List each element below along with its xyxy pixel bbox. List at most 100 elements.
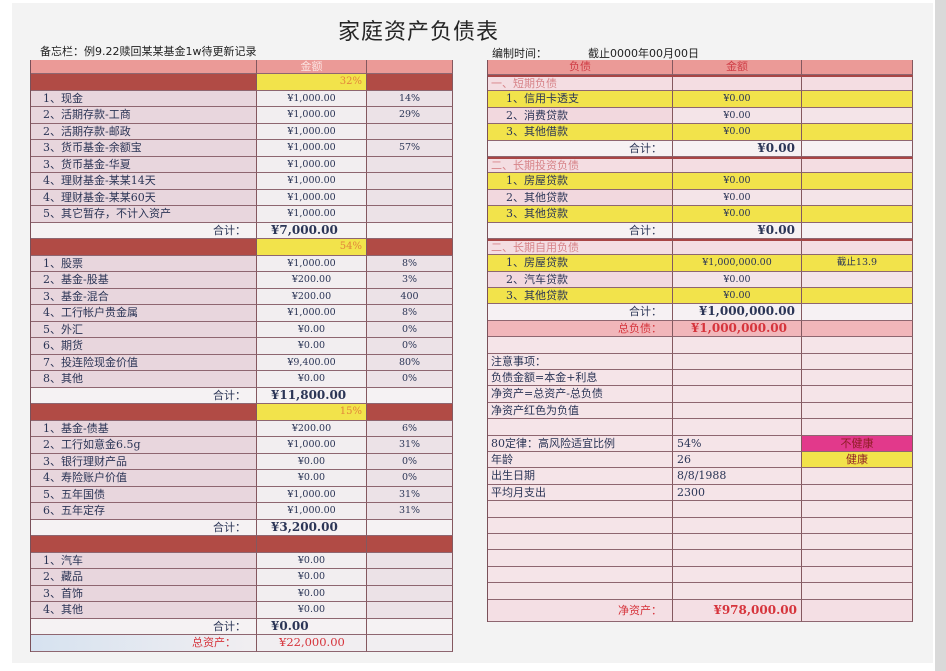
liability-note (802, 107, 913, 125)
note-line-row: 净资产红色为负值 (488, 402, 913, 420)
asset-section-total-label: 合计： (31, 519, 257, 536)
stat-value: 8/8/1988 (673, 468, 802, 485)
assets-header-label-cell (31, 60, 257, 74)
asset-row: 3、货币基金-余额宝 ¥1,000.00 57% (31, 140, 453, 157)
asset-section-title-cell (31, 239, 257, 256)
asset-label: 1、基金-债基 (31, 420, 257, 437)
asset-row: 6、期货 ¥0.00 0% (31, 338, 453, 355)
stat-row: 年龄 26 健康 (488, 451, 913, 469)
asset-row: 5、外汇 ¥0.00 0% (31, 321, 453, 338)
liability-label: 2、消费贷款 (488, 107, 673, 125)
asset-section-total-row: 合计： ¥11,800.00 (31, 387, 453, 404)
asset-row: 3、货币基金-华夏 ¥1,000.00 (31, 156, 453, 173)
net-worth-label: 净资产： (488, 599, 673, 622)
assets-header-amount: 金额 (257, 60, 367, 74)
asset-row: 1、汽车 ¥0.00 (31, 552, 453, 569)
asset-section-header: 15% (31, 404, 453, 421)
asset-section-pct-cell (367, 536, 453, 553)
asset-label: 6、五年定存 (31, 503, 257, 520)
asset-label: 2、活期存款-工商 (31, 107, 257, 124)
asset-pct: 14% (367, 90, 453, 107)
asset-pct: 0% (367, 453, 453, 470)
asset-label: 8、其他 (31, 371, 257, 388)
liabilities-header-label: 负债 (488, 60, 673, 75)
note-line: 净资产红色为负值 (488, 402, 673, 420)
note-line: 负债金额=本金+利息 (488, 370, 673, 387)
liability-label: 2、汽车贷款 (488, 271, 673, 289)
blank-cell (802, 566, 913, 584)
asset-amount: ¥1,000.00 (257, 255, 367, 272)
liability-group-total: ¥1,000,000.00 (673, 304, 802, 321)
blank-row (488, 517, 913, 534)
liabilities-header-extra-cell (802, 60, 913, 75)
asset-amount: ¥1,000.00 (257, 123, 367, 140)
asset-label: 3、货币基金-余额宝 (31, 140, 257, 157)
asset-label: 6、期货 (31, 338, 257, 355)
blank-cell (802, 533, 913, 551)
asset-label: 4、寿险账户价值 (31, 470, 257, 487)
blank-cell (673, 370, 802, 387)
asset-pct: 57% (367, 140, 453, 157)
asset-amount: ¥0.00 (257, 602, 367, 619)
asset-section-total-pct-cell (367, 222, 453, 239)
asset-row: 2、基金-股基 ¥200.00 3% (31, 272, 453, 289)
asset-label: 3、银行理财产品 (31, 453, 257, 470)
assets-grand-total-label: 总资产： (31, 635, 257, 652)
asset-amount: ¥1,000.00 (257, 140, 367, 157)
asset-section-pct-cell (367, 404, 453, 421)
liabilities-grand-total-label: 总负债： (488, 320, 673, 338)
liability-group-total-row: 合计： ¥1,000,000.00 (488, 304, 913, 321)
liability-group-total-extra-cell (802, 140, 913, 157)
blank-row (488, 583, 913, 600)
liability-group-extra-cell (802, 156, 913, 174)
asset-amount: ¥1,000.00 (257, 90, 367, 107)
stat-row: 平均月支出 2300 (488, 484, 913, 502)
liability-group-total: ¥0.00 (673, 222, 802, 239)
asset-section-header (31, 536, 453, 553)
liability-note (802, 288, 913, 305)
stat-status: 不健康 (802, 435, 913, 452)
asset-label: 2、活期存款-邮政 (31, 123, 257, 140)
asset-pct (367, 123, 453, 140)
asset-label: 5、外汇 (31, 321, 257, 338)
asset-pct: 0% (367, 371, 453, 388)
asset-section-title-cell (31, 536, 257, 553)
assets-grand-total: ¥22,000.00 (257, 635, 367, 652)
asset-amount: ¥0.00 (257, 338, 367, 355)
asset-amount: ¥200.00 (257, 288, 367, 305)
liability-group-total-row: 合计： ¥0.00 (488, 140, 913, 157)
liability-row: 1、信用卡透支 ¥0.00 (488, 91, 913, 108)
stat-value: 26 (673, 451, 802, 469)
asset-row: 2、活期存款-工商 ¥1,000.00 29% (31, 107, 453, 124)
asset-row: 4、工行帐户贵金属 ¥1,000.00 8% (31, 305, 453, 322)
stat-row: 80定律：高风险适宜比例 54% 不健康 (488, 435, 913, 452)
blank-cell (673, 386, 802, 403)
liability-group-total-label: 合计： (488, 140, 673, 157)
asset-amount: ¥1,000.00 (257, 173, 367, 190)
note-line-row: 负债金额=本金+利息 (488, 370, 913, 387)
liability-label: 2、其他贷款 (488, 189, 673, 207)
liability-group-extra-cell (802, 75, 913, 92)
asset-amount: ¥0.00 (257, 585, 367, 602)
liability-group-title: 二、长期自用负债 (488, 238, 673, 256)
asset-pct (367, 189, 453, 206)
blank-row (488, 550, 913, 567)
asset-section-share (257, 536, 367, 553)
asset-section-total-row: 合计： ¥7,000.00 (31, 222, 453, 239)
asset-section-total: ¥11,800.00 (257, 387, 367, 404)
blank-cell (673, 501, 802, 518)
stat-value: 54% (673, 435, 802, 452)
asset-row: 1、基金-债基 ¥200.00 6% (31, 420, 453, 437)
liabilities-header-row: 负债 金额 (488, 60, 913, 75)
asset-section-share: 54% (257, 239, 367, 256)
asset-section-pct-cell (367, 74, 453, 91)
blank-cell (802, 337, 913, 354)
asset-pct: 31% (367, 503, 453, 520)
asset-section-total-label: 合计： (31, 222, 257, 239)
liability-label: 1、信用卡透支 (488, 91, 673, 108)
liability-group-total-label: 合计： (488, 222, 673, 239)
asset-section-header: 32% (31, 74, 453, 91)
asset-label: 3、货币基金-华夏 (31, 156, 257, 173)
asset-amount: ¥9,400.00 (257, 354, 367, 371)
blank-cell (488, 517, 673, 534)
